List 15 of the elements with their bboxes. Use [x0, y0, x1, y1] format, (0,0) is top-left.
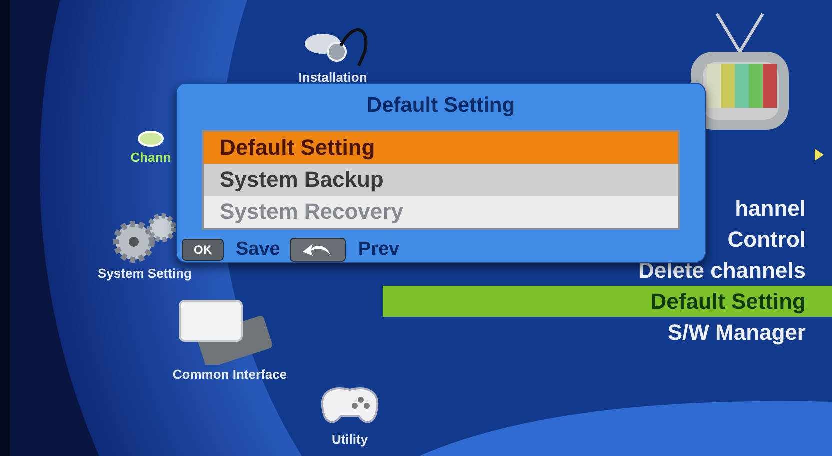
ok-key[interactable]: OK [182, 239, 224, 262]
right-arrow-icon [815, 149, 824, 161]
menu-label[interactable]: Utility [332, 430, 368, 450]
dialog-option[interactable]: Default Setting [204, 132, 678, 164]
menu-label[interactable]: Common Interface [172, 365, 288, 384]
submenu-item[interactable]: S/W Manager [383, 317, 832, 348]
dialog-title: Default Setting [366, 93, 516, 119]
menu-label[interactable]: Chann [130, 148, 172, 168]
key-label: Prev [358, 238, 400, 262]
menu-label[interactable]: System Setting [98, 264, 192, 284]
dialog-option[interactable]: System Backup [204, 164, 678, 196]
dialog-option: System Recovery [204, 196, 678, 228]
back-key[interactable] [290, 238, 346, 262]
key-label: Save [236, 238, 280, 262]
submenu-item[interactable]: Default Setting [383, 286, 832, 317]
